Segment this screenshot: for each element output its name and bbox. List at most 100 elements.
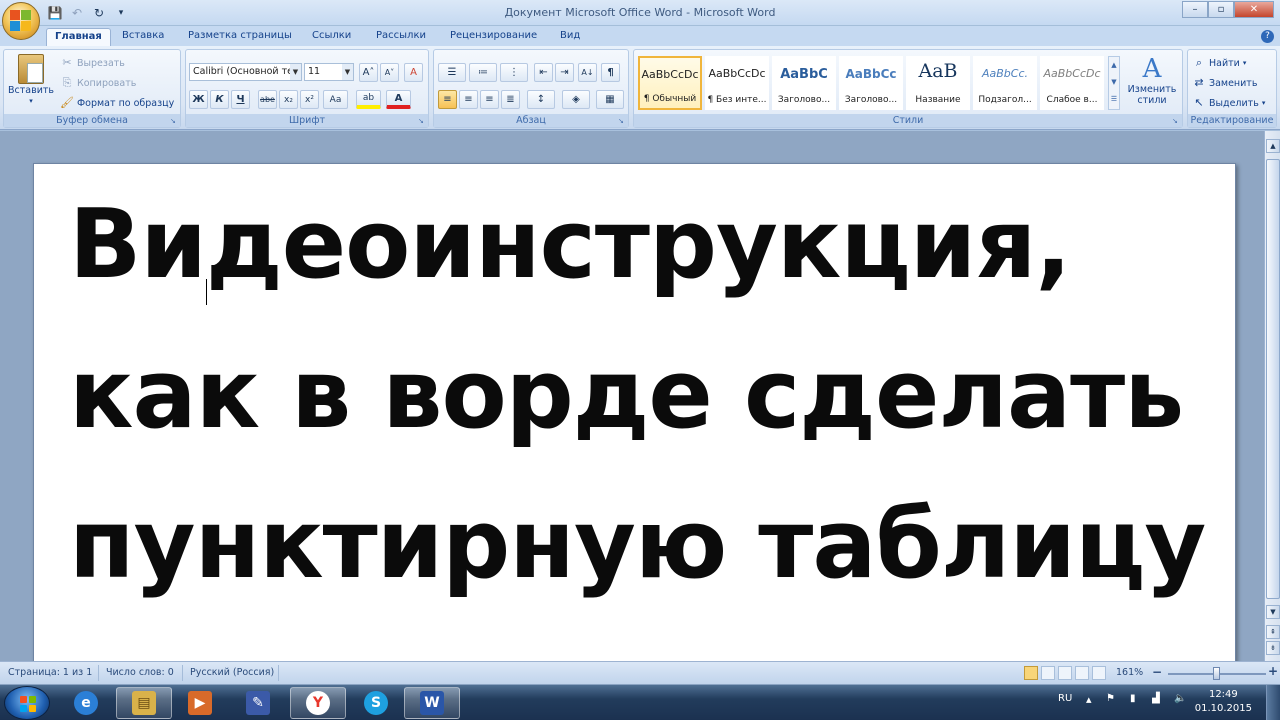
zoom-level[interactable]: 161% (1116, 667, 1143, 678)
draft-view-icon[interactable] (1092, 666, 1106, 680)
prev-page-icon[interactable]: ⇞ (1266, 625, 1280, 639)
line-spacing-icon[interactable]: ↕ (527, 90, 555, 109)
shading-icon[interactable]: ◈ (562, 90, 590, 109)
clear-format-button[interactable]: A (404, 63, 423, 82)
page-count[interactable]: Страница: 1 из 1 (8, 667, 92, 678)
change-styles-button[interactable]: A Изменить стили (1124, 54, 1180, 106)
action-center-icon[interactable]: ⚑ (1106, 693, 1115, 704)
styles-launcher-icon[interactable]: ↘ (1172, 117, 1180, 125)
select-button[interactable]: ↖ Выделить ▾ (1192, 96, 1265, 110)
chevron-down-icon[interactable]: ▼ (290, 64, 301, 80)
start-button[interactable] (4, 686, 50, 720)
tab-page-layout[interactable]: Разметка страницы (180, 28, 300, 46)
web-layout-view-icon[interactable] (1058, 666, 1072, 680)
help-icon[interactable]: ? (1261, 30, 1274, 43)
font-launcher-icon[interactable]: ↘ (418, 117, 426, 125)
highlight-button[interactable]: ab (356, 90, 381, 109)
styles-scroll[interactable]: ▲ ▼ ☰ (1108, 56, 1120, 110)
input-language[interactable]: RU (1058, 693, 1072, 704)
change-case-button[interactable]: Aa (323, 90, 348, 109)
zoom-slider-thumb[interactable] (1213, 667, 1220, 680)
volume-icon[interactable]: 🔈 (1174, 693, 1186, 704)
battery-icon[interactable]: ▮ (1130, 693, 1136, 704)
paragraph-launcher-icon[interactable]: ↘ (618, 117, 626, 125)
superscript-button[interactable]: x² (300, 90, 319, 109)
taskbar-media-player[interactable]: ▶ (172, 687, 228, 719)
bullets-icon[interactable]: ☰ (438, 63, 466, 82)
tab-mailings[interactable]: Рассылки (368, 28, 434, 46)
clipboard-launcher-icon[interactable]: ↘ (170, 117, 178, 125)
taskbar-word[interactable]: W (404, 687, 460, 719)
maximize-button[interactable]: ▫ (1208, 1, 1234, 18)
next-page-icon[interactable]: ⇟ (1266, 641, 1280, 655)
tab-insert[interactable]: Вставка (114, 28, 172, 46)
minimize-button[interactable]: – (1182, 1, 1208, 18)
font-size-combo[interactable]: 11 ▼ (304, 63, 354, 81)
taskbar-ie[interactable]: e (58, 687, 114, 719)
document-text[interactable]: Видеоинструкция, как в ворде сделать пун… (69, 170, 1234, 620)
grow-font-button[interactable]: A˄ (359, 63, 378, 82)
clipboard-icon (18, 54, 44, 84)
style-heading-2[interactable]: AaBbCc Заголово... (839, 56, 903, 110)
font-color-button[interactable]: A (386, 90, 411, 109)
replace-button[interactable]: ⇄ Заменить (1192, 76, 1257, 90)
style-no-spacing[interactable]: AaBbCcDc ¶ Без инте... (705, 56, 769, 110)
style-subtitle[interactable]: AaBbCc. Подзагол... (973, 56, 1037, 110)
align-center-icon[interactable]: ≡ (459, 90, 478, 109)
zoom-in-button[interactable]: + (1268, 664, 1278, 678)
subscript-button[interactable]: x₂ (279, 90, 298, 109)
paste-button[interactable]: Вставить ▾ (8, 54, 54, 112)
style-title[interactable]: AaB Название (906, 56, 970, 110)
outline-view-icon[interactable] (1075, 666, 1089, 680)
zoom-out-button[interactable]: − (1152, 665, 1162, 679)
network-icon[interactable]: ▟ (1152, 693, 1160, 704)
taskbar-paint[interactable]: ✎ (230, 687, 286, 719)
align-left-icon[interactable]: ≡ (438, 90, 457, 109)
scroll-up-icon[interactable]: ▲ (1266, 139, 1280, 153)
taskbar-skype[interactable]: S (348, 687, 404, 719)
decrease-indent-icon[interactable]: ⇤ (534, 63, 553, 82)
find-button[interactable]: ⌕ Найти ▾ (1192, 56, 1246, 70)
format-painter-button[interactable]: 🖌 Формат по образцу (60, 96, 174, 110)
justify-icon[interactable]: ≣ (501, 90, 520, 109)
taskbar-yandex[interactable]: Y (290, 687, 346, 719)
taskbar-explorer[interactable]: ▤ (116, 687, 172, 719)
sort-button[interactable]: A↓ (578, 63, 597, 82)
office-button[interactable] (2, 2, 40, 40)
numbering-icon[interactable]: ≔ (469, 63, 497, 82)
font-name-combo[interactable]: Calibri (Основной текст) ▼ (189, 63, 302, 81)
shrink-font-button[interactable]: A˅ (380, 63, 399, 82)
copy-button[interactable]: ⎘ Копировать (60, 76, 137, 90)
scroll-thumb[interactable] (1266, 159, 1280, 599)
chevron-up-icon[interactable]: ▴ (1086, 693, 1092, 706)
print-layout-view-icon[interactable] (1024, 666, 1038, 680)
borders-icon[interactable]: ▦ (596, 90, 624, 109)
close-button[interactable]: ✕ (1234, 1, 1274, 18)
italic-button[interactable]: К (210, 90, 229, 109)
underline-button[interactable]: Ч (231, 90, 250, 109)
bold-button[interactable]: Ж (189, 90, 208, 109)
show-marks-button[interactable]: ¶ (601, 63, 620, 82)
document-page[interactable]: Видеоинструкция, как в ворде сделать пун… (33, 163, 1236, 661)
multilevel-list-icon[interactable]: ⋮ (500, 63, 528, 82)
full-screen-view-icon[interactable] (1041, 666, 1055, 680)
editing-group-label: Редактирование (1188, 114, 1276, 127)
language-indicator[interactable]: Русский (Россия) (190, 667, 274, 678)
word-count[interactable]: Число слов: 0 (106, 667, 174, 678)
style-heading-1[interactable]: AaBbC Заголово... (772, 56, 836, 110)
chevron-down-icon[interactable]: ▼ (342, 64, 353, 80)
align-right-icon[interactable]: ≡ (480, 90, 499, 109)
vertical-scrollbar[interactable]: ▲ ▼ ⇞ ⇟ (1264, 131, 1280, 661)
tab-references[interactable]: Ссылки (304, 28, 359, 46)
tab-review[interactable]: Рецензирование (442, 28, 545, 46)
show-desktop-button[interactable] (1266, 685, 1280, 720)
tab-view[interactable]: Вид (552, 28, 588, 46)
style-normal[interactable]: AaBbCcDc ¶ Обычный (638, 56, 702, 110)
tab-home[interactable]: Главная (46, 28, 111, 46)
clock[interactable]: 12:49 01.10.2015 (1195, 688, 1252, 716)
cut-button[interactable]: ✂ Вырезать (60, 56, 125, 70)
strikethrough-button[interactable]: abe (258, 90, 277, 109)
increase-indent-icon[interactable]: ⇥ (555, 63, 574, 82)
scroll-down-icon[interactable]: ▼ (1266, 605, 1280, 619)
style-subtle-emphasis[interactable]: AaBbCcDc Слабое в... (1040, 56, 1104, 110)
